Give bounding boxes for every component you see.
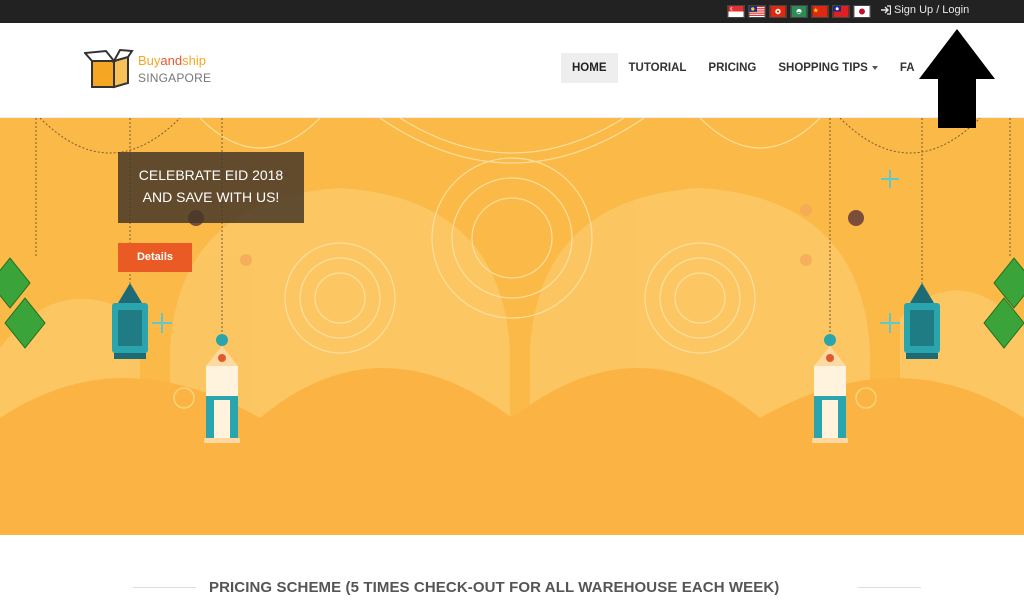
main-nav: HOME TUTORIAL PRICING SHOPPING TIPS FA — [561, 53, 926, 83]
pricing-section: PRICING SCHEME (5 TIMES CHECK-OUT FOR AL… — [0, 535, 1024, 614]
taiwan-flag[interactable] — [832, 5, 850, 18]
nav-pricing[interactable]: PRICING — [697, 53, 767, 83]
promo-line-2: AND SAVE WITH US! — [142, 189, 280, 205]
logo-country: SINGAPORE — [138, 71, 212, 85]
china-flag[interactable] — [811, 5, 829, 18]
language-flags — [727, 5, 871, 18]
nav-home[interactable]: HOME — [561, 53, 618, 83]
promo-headline: CELEBRATE EID 2018 AND SAVE WITH US! — [118, 152, 304, 223]
details-button[interactable]: Details — [118, 243, 192, 272]
caret-down-icon — [871, 65, 878, 70]
box-logo-icon — [84, 48, 134, 89]
macau-flag[interactable] — [790, 5, 808, 18]
site-header: Buyandship SINGAPORE HOME TUTORIAL PRICI… — [0, 23, 1024, 118]
login-icon — [881, 5, 891, 15]
nav-shopping-tips-label: SHOPPING TIPS — [778, 62, 868, 74]
pricing-title: PRICING SCHEME (5 TIMES CHECK-OUT FOR AL… — [209, 579, 780, 596]
nav-shopping-tips[interactable]: SHOPPING TIPS — [767, 53, 888, 83]
eid-promo-banner[interactable]: CELEBRATE EID 2018 AND SAVE WITH US! Det… — [0, 118, 1024, 535]
sign-up-login-link[interactable]: Sign Up / Login — [881, 4, 969, 16]
logo-brand: Buyandship — [138, 53, 206, 68]
promo-line-1: CELEBRATE EID 2018 — [138, 167, 284, 183]
nav-tutorial[interactable]: TUTORIAL — [618, 53, 698, 83]
top-bar: Sign Up / Login — [0, 0, 1024, 23]
divider-right — [858, 587, 921, 588]
login-label: Sign Up / Login — [894, 4, 970, 16]
hong-kong-flag[interactable] — [769, 5, 787, 18]
up-arrow-annotation-icon — [919, 29, 995, 128]
singapore-flag[interactable] — [727, 5, 745, 18]
divider-left — [133, 587, 196, 588]
malaysia-flag[interactable] — [748, 5, 766, 18]
japan-flag[interactable] — [853, 5, 871, 18]
site-logo[interactable]: Buyandship SINGAPORE — [84, 47, 211, 93]
